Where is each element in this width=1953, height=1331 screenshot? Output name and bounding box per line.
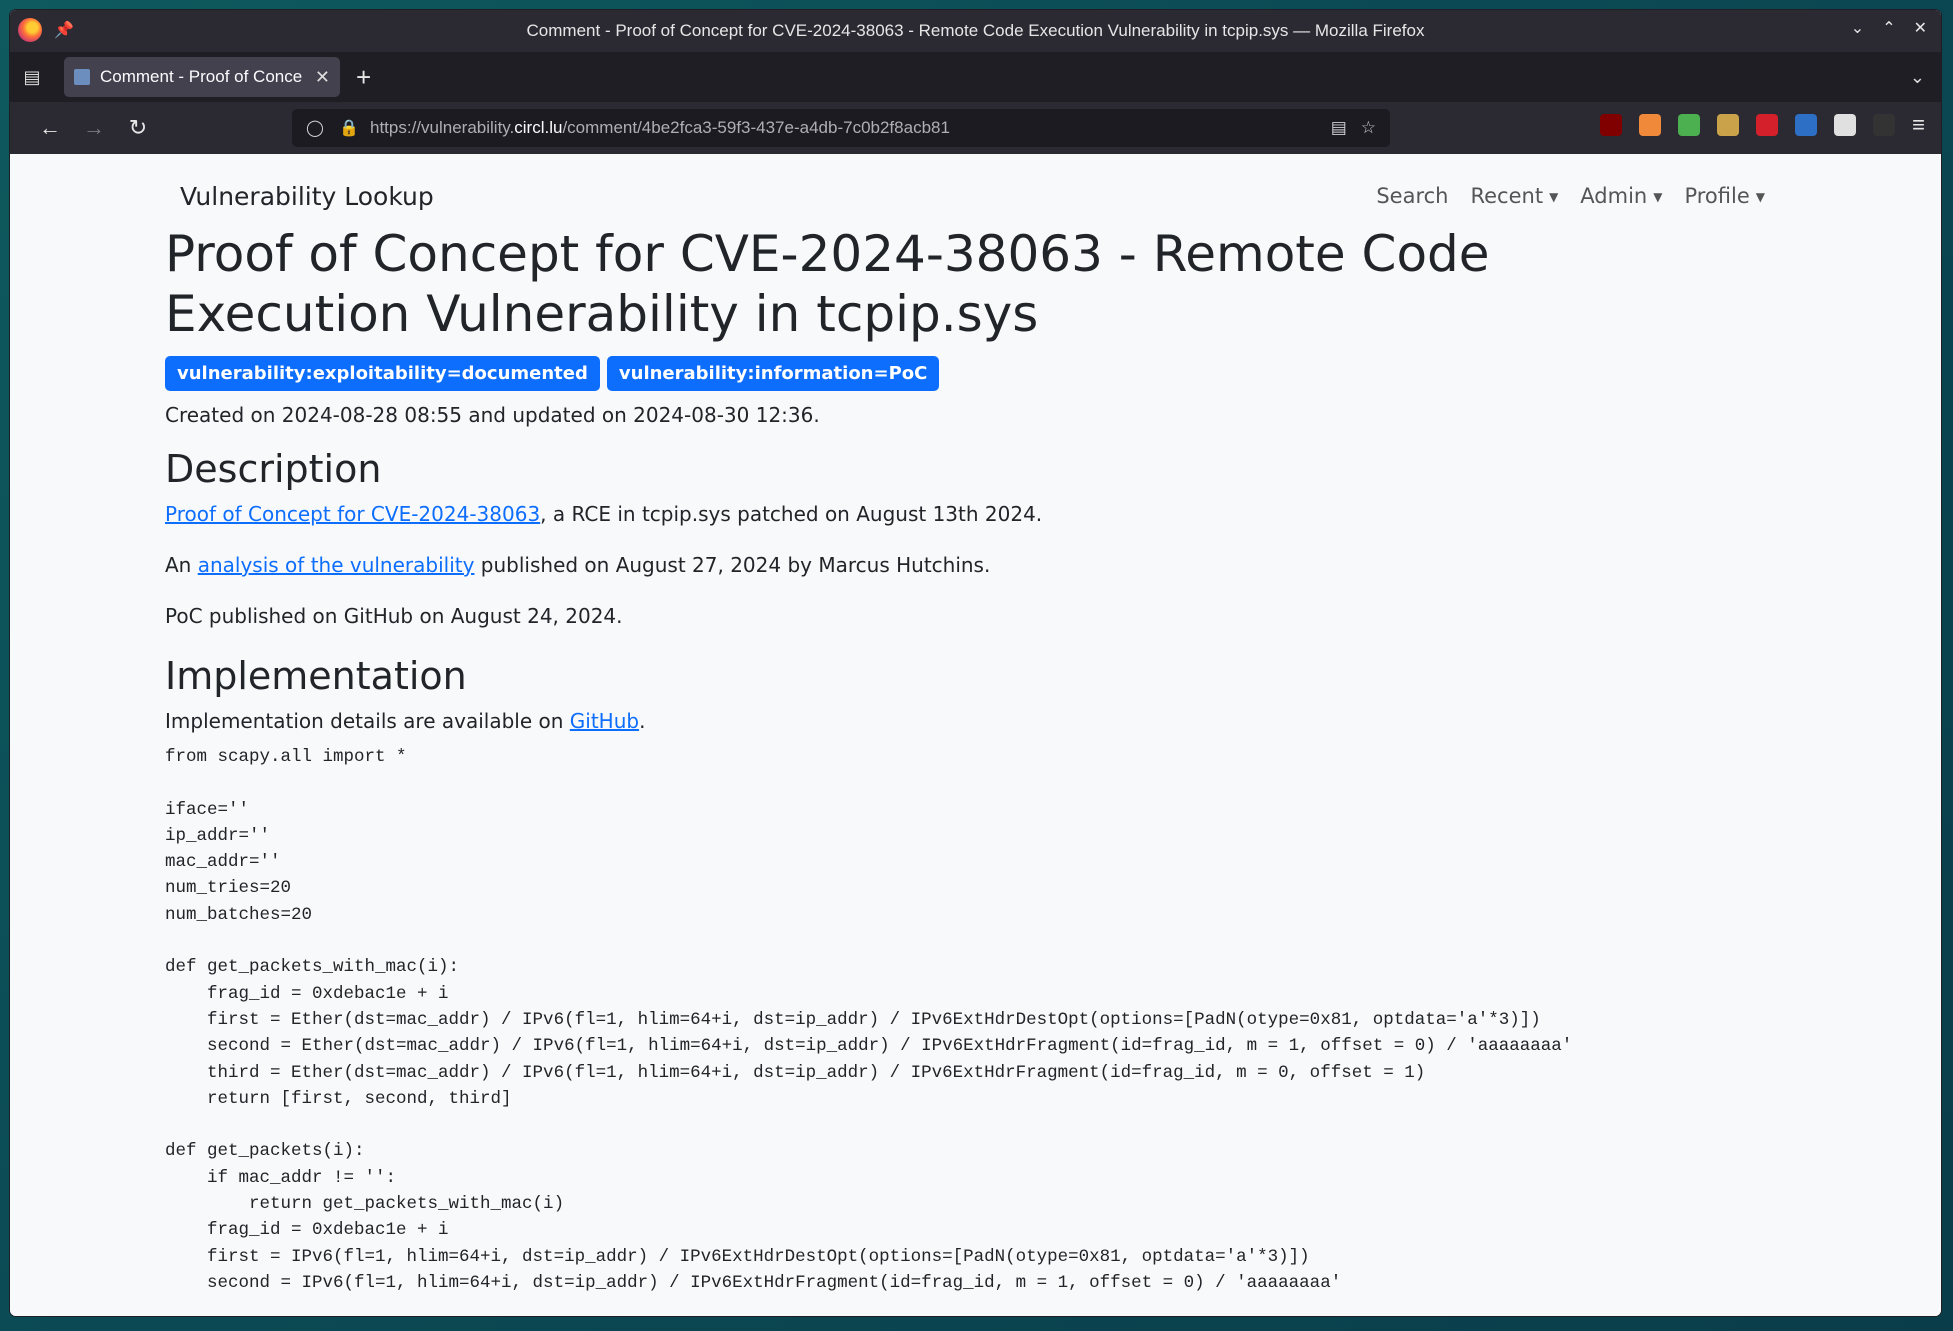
reader-view-icon[interactable]: ▤ xyxy=(1331,118,1347,138)
firefox-logo-icon xyxy=(18,18,42,42)
url-bar[interactable]: ◯ 🔒 https://vulnerability.circl.lu/comme… xyxy=(292,109,1390,147)
poc-link[interactable]: Proof of Concept for CVE-2024-38063 xyxy=(165,502,540,526)
caret-down-icon: ▼ xyxy=(1549,190,1559,204)
close-window-icon[interactable]: ✕ xyxy=(1914,18,1927,38)
minimize-icon[interactable]: ⌄ xyxy=(1851,18,1864,38)
caret-down-icon: ▼ xyxy=(1755,190,1765,204)
pin-icon[interactable]: 📌 xyxy=(54,20,74,40)
list-all-tabs-icon[interactable]: ⌄ xyxy=(1910,67,1925,88)
new-tab-icon[interactable]: + xyxy=(356,62,371,93)
tag-badge: vulnerability:exploitability=documented xyxy=(165,356,600,391)
tab-active[interactable]: Comment - Proof of Conce ✕ xyxy=(64,57,340,97)
shield-icon[interactable]: ◯ xyxy=(304,118,326,138)
code-block: from scapy.all import * iface='' ip_addr… xyxy=(165,747,1573,1293)
close-tab-icon[interactable]: ✕ xyxy=(315,67,330,88)
nav-bar: ← → ↻ ◯ 🔒 https://vulnerability.circl.lu… xyxy=(10,102,1941,154)
implementation-paragraph: Implementation details are available on … xyxy=(165,709,646,733)
triangle-icon[interactable] xyxy=(1795,114,1818,136)
avatar-icon[interactable] xyxy=(1873,114,1896,136)
created-updated-text: Created on 2024-08-28 08:55 and updated … xyxy=(165,403,820,427)
lock-icon[interactable]: 🔒 xyxy=(338,118,360,138)
nav-admin-dropdown[interactable]: Admin ▼ xyxy=(1580,184,1662,208)
browser-window: 📌 Comment - Proof of Concept for CVE-202… xyxy=(10,10,1941,1316)
github-link[interactable]: GitHub xyxy=(570,709,639,733)
analysis-link[interactable]: analysis of the vulnerability xyxy=(198,553,475,577)
puzzle-icon[interactable] xyxy=(1834,114,1857,136)
trash-icon[interactable] xyxy=(1639,114,1662,136)
tab-bar: ▤ Comment - Proof of Conce ✕ + ⌄ xyxy=(10,52,1941,102)
tab-label: Comment - Proof of Conce xyxy=(100,67,303,86)
description-paragraph-1: Proof of Concept for CVE-2024-38063, a R… xyxy=(165,502,1043,526)
window-title: Comment - Proof of Concept for CVE-2024-… xyxy=(526,21,1425,40)
site-brand[interactable]: Vulnerability Lookup xyxy=(180,182,434,211)
implementation-heading: Implementation xyxy=(165,654,467,698)
forward-icon[interactable]: → xyxy=(72,115,116,141)
sheet-icon[interactable] xyxy=(1678,114,1701,136)
hamburger-menu-icon[interactable]: ≡ xyxy=(1912,114,1925,136)
nav-search-link[interactable]: Search xyxy=(1376,184,1448,208)
mask-icon[interactable] xyxy=(1717,114,1740,136)
tab-manager-icon[interactable]: ▤ xyxy=(10,67,54,88)
favicon-icon xyxy=(74,69,90,85)
reload-icon[interactable]: ↻ xyxy=(116,115,160,141)
tag-badge: vulnerability:information=PoC xyxy=(606,356,940,391)
ublock-icon[interactable] xyxy=(1600,114,1623,136)
bookmark-star-icon[interactable]: ☆ xyxy=(1361,118,1376,138)
description-paragraph-3: PoC published on GitHub on August 24, 20… xyxy=(165,604,623,628)
url-text[interactable]: https://vulnerability.circl.lu/comment/4… xyxy=(370,118,1331,138)
title-bar: 📌 Comment - Proof of Concept for CVE-202… xyxy=(10,10,1941,52)
nav-profile-dropdown[interactable]: Profile ▼ xyxy=(1684,184,1765,208)
nav-recent-dropdown[interactable]: Recent ▼ xyxy=(1470,184,1558,208)
pen-icon[interactable] xyxy=(1756,114,1779,136)
caret-down-icon: ▼ xyxy=(1653,190,1663,204)
page-title: Proof of Concept for CVE-2024-38063 - Re… xyxy=(165,225,1490,343)
description-heading: Description xyxy=(165,447,382,491)
back-icon[interactable]: ← xyxy=(28,115,72,141)
maximize-icon[interactable]: ⌃ xyxy=(1882,18,1895,38)
page-content: Vulnerability Lookup Search Recent ▼ Admi… xyxy=(10,154,1941,1316)
description-paragraph-2: An analysis of the vulnerability publish… xyxy=(165,553,991,577)
